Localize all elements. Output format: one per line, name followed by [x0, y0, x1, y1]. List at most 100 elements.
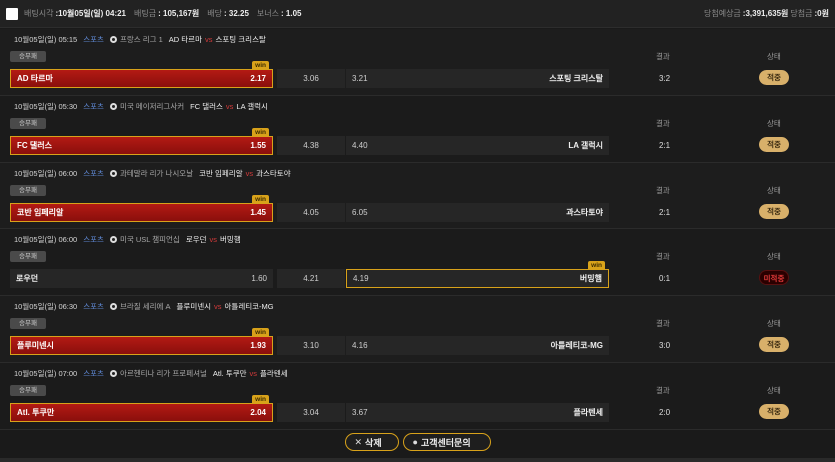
expected-win-value: :3,391,635원	[742, 9, 789, 18]
home-odds-team: 로우던	[16, 274, 39, 284]
action-bar: ✕ 삭제 ● 고객센터문의	[0, 430, 835, 454]
win-tag: win	[252, 394, 269, 404]
home-team: 코반 임페리알	[199, 168, 243, 178]
market-badge: 승무패	[10, 117, 46, 129]
bet-amount-label: 배팅금	[134, 9, 157, 18]
delete-label: 삭제	[365, 437, 382, 448]
bet-amount-value: : 105,167원	[158, 9, 200, 18]
draw-odds-cell[interactable]: 3.06	[277, 69, 345, 88]
draw-odds-cell[interactable]: 4.05	[277, 202, 345, 222]
result-header: 결과	[656, 252, 670, 262]
away-odds-cell[interactable]: 3.21 스포팅 크리스탈	[346, 69, 609, 88]
odds-row: win AD 타르마 2.17 3.06 3.21 스포팅 크리스탈	[10, 61, 610, 88]
home-odds-cell[interactable]: win 코반 임페리알 1.45	[10, 194, 273, 222]
home-team: Atl. 투쿠만	[212, 368, 247, 378]
bottom-divider	[0, 458, 835, 462]
draw-odds-cell[interactable]: 3.04	[277, 402, 345, 422]
bonus-label: 보너스	[256, 9, 280, 18]
vs-label: vs	[204, 35, 213, 44]
draw-odds-cell[interactable]: 4.21	[277, 269, 345, 289]
home-odds-team: FC 댈러스	[17, 140, 52, 150]
soccer-ball-icon	[109, 369, 117, 377]
soccer-ball-icon	[109, 236, 117, 244]
draw-odds-cell[interactable]: 3.10	[277, 336, 345, 356]
vs-label: vs	[209, 235, 218, 245]
customer-center-button[interactable]: ● 고객센터문의	[402, 433, 491, 451]
home-odds-cell[interactable]: win Atl. 투쿠만 2.04	[10, 394, 273, 422]
sport-link[interactable]: 스포츠	[83, 34, 104, 45]
draw-odds-value: 3.06	[303, 74, 319, 83]
result-score: 0:1	[659, 274, 671, 284]
home-odds-cell[interactable]: win FC 댈러스 1.55	[10, 127, 273, 155]
game-row: 10월05일(일) 07:00 스포츠 아르헨티나 리가 프로페셔널 Atl. 투쿠만…	[0, 362, 835, 430]
user-icon: ●	[412, 437, 418, 447]
away-team: 플라텐세	[260, 368, 288, 378]
game-date: 10월05일(일) 06:30	[14, 302, 78, 312]
game-list: 10월05일(일) 05:15 스포츠 프랑스 리그 1 AD 타르마 vs 스포팅 크리…	[0, 29, 835, 430]
sport-link[interactable]: 스포츠	[83, 168, 104, 179]
status-header: 상태	[767, 185, 781, 195]
home-team: FC 댈러스	[190, 101, 223, 111]
away-odds-team: 버밍햄	[579, 274, 602, 284]
game-date: 10월05일(일) 06:00	[14, 235, 78, 245]
expected-win-label: 당첨예상금	[703, 9, 741, 18]
away-odds-value: 3.67	[352, 407, 368, 417]
game-row: 10월05일(일) 06:00 스포츠 과테말라 리가 나시오날 코반 임페리알 vs 과…	[0, 162, 835, 230]
away-odds-team: 아틀레티코-MG	[550, 341, 603, 351]
home-odds-value: 1.93	[250, 341, 266, 351]
sport-link[interactable]: 스포츠	[83, 301, 104, 312]
result-header: 결과	[656, 185, 670, 195]
away-odds-cell[interactable]: 3.67 플라텐세	[346, 402, 609, 422]
vs-label: vs	[245, 168, 254, 178]
result-header: 결과	[656, 385, 670, 395]
draw-odds-value: 4.38	[303, 140, 319, 150]
sport-link[interactable]: 스포츠	[83, 234, 104, 245]
status-badge: 적중	[759, 136, 789, 152]
game-row: 10월05일(일) 05:15 스포츠 프랑스 리그 1 AD 타르마 vs 스포팅 크리…	[0, 29, 835, 96]
away-team: 과스타토야	[256, 168, 291, 178]
status-badge: 적중	[759, 403, 789, 419]
game-date: 10월05일(일) 07:00	[14, 368, 78, 378]
draw-odds-cell[interactable]: 4.38	[277, 135, 345, 155]
away-odds-cell[interactable]: 4.16 아틀레티코-MG	[346, 336, 609, 356]
away-odds-cell[interactable]: win 4.19 버밍햄	[346, 261, 609, 289]
won-label: 당첨금	[790, 9, 813, 18]
status-header: 상태	[767, 52, 781, 61]
home-team: AD 타르마	[168, 35, 202, 44]
draw-odds-value: 3.10	[303, 341, 319, 351]
home-odds-value: 1.60	[251, 274, 267, 284]
home-odds-value: 1.45	[250, 207, 266, 217]
status-badge: 적중	[759, 203, 789, 219]
win-tag: win	[252, 127, 269, 137]
odds-row: win FC 댈러스 1.55 4.38 4.40 LA 갤럭시	[10, 127, 610, 155]
result-header: 결과	[656, 118, 670, 128]
soccer-ball-icon	[109, 169, 117, 177]
close-x-icon: ✕	[354, 436, 363, 447]
win-tag: win	[252, 328, 269, 338]
result-score: 2:0	[659, 407, 671, 417]
game-info: 10월05일(일) 05:15 스포츠 프랑스 리그 1 AD 타르마 vs 스포팅 크리…	[14, 34, 266, 45]
league-name: 브라질 세리에 A	[119, 302, 171, 312]
market-badge: 승무패	[10, 51, 46, 62]
odds-row: win Atl. 투쿠만 2.04 3.04 3.67 플라텐세	[10, 394, 610, 422]
delete-button[interactable]: ✕ 삭제	[344, 433, 399, 451]
home-odds-team: 코반 임페리알	[17, 207, 64, 217]
select-checkbox[interactable]	[6, 7, 18, 20]
sport-link[interactable]: 스포츠	[83, 101, 104, 112]
home-odds-cell[interactable]: win AD 타르마 2.17	[10, 61, 273, 88]
bet-time-label: 배팅시각	[24, 9, 54, 18]
sport-link[interactable]: 스포츠	[83, 368, 104, 379]
home-odds-cell[interactable]: 로우던 1.60	[10, 269, 273, 289]
status-header: 상태	[767, 252, 781, 262]
vs-label: vs	[214, 302, 222, 312]
status-badge: 미적중	[759, 270, 789, 286]
status-header: 상태	[767, 385, 781, 395]
home-odds-cell[interactable]: win 플루미넨시 1.93	[10, 328, 273, 356]
away-odds-cell[interactable]: 4.40 LA 갤럭시	[346, 135, 609, 155]
vs-label: vs	[249, 368, 258, 378]
away-odds-cell[interactable]: 6.05 과스타토야	[346, 202, 609, 222]
bet-time: 배팅시각:10월05일(일) 04:21	[24, 8, 126, 19]
home-team: 플루미넨시	[176, 302, 212, 312]
odds-row: 로우던 1.60 4.21 win 4.19 버밍햄	[10, 261, 610, 289]
game-info: 10월05일(일) 06:00 스포츠 미국 USL 챔피언십 로우던 vs 버밍햄	[14, 234, 241, 245]
